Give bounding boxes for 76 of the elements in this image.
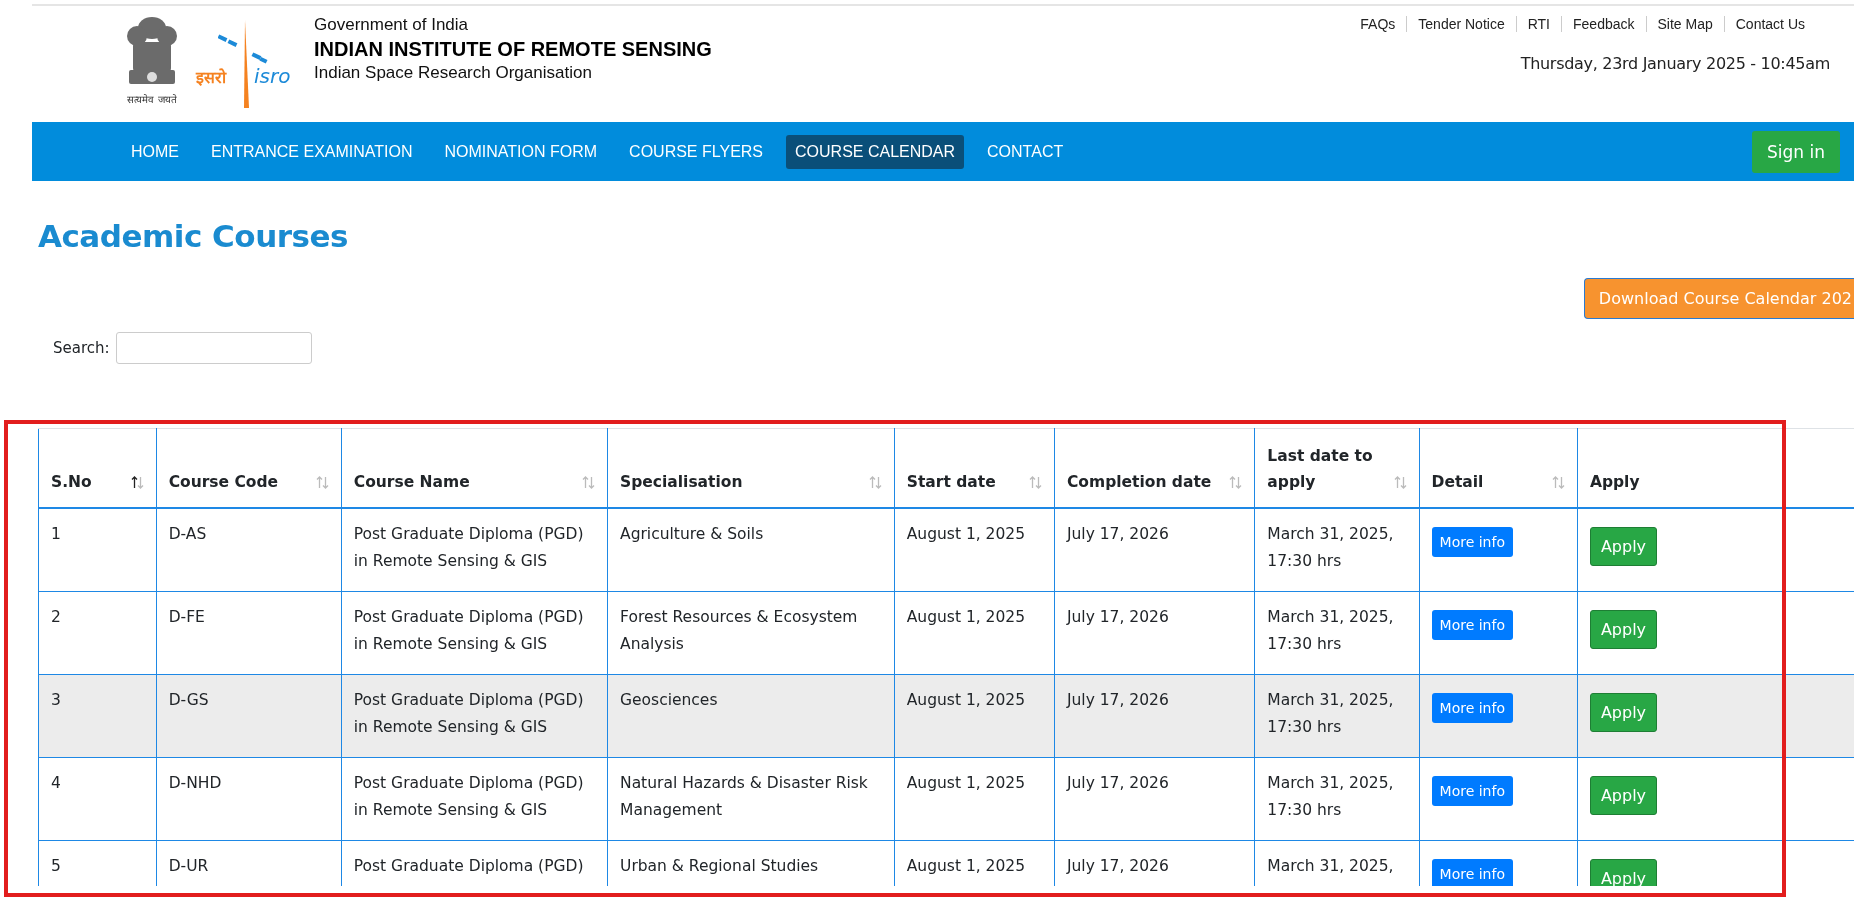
more-info-button[interactable]: More info (1431, 859, 1513, 886)
table-cell-text: Forest Resources & Ecosystem Analysis (620, 607, 859, 655)
page-title: Academic Courses (38, 218, 349, 254)
search-label: Search: (53, 339, 110, 357)
column-header[interactable]: Apply (1589, 469, 1640, 495)
top-link[interactable]: Feedback (1561, 16, 1646, 32)
nav-item[interactable]: ENTRANCE EXAMINATION (202, 134, 422, 169)
top-link[interactable]: Contact Us (1723, 16, 1816, 32)
table-cell-text: D-UR (168, 856, 209, 877)
sign-in-button[interactable]: Sign in (1752, 130, 1840, 173)
table-cell-text: D-FE (168, 607, 205, 628)
sort-icon[interactable] (130, 476, 144, 489)
top-link[interactable]: Site Map (1645, 16, 1724, 32)
table-cell-text: Geosciences (620, 690, 718, 711)
isro-logo-text: isro (254, 64, 291, 88)
table-cell-text: Post Graduate Diploma (PGD) in Remote Sensing & GIS (353, 607, 585, 655)
table-cell-text: July 17, 2026 (1066, 856, 1169, 877)
table-cell-text: Post Graduate Diploma (PGD) in Remote Sensing & GIS (353, 773, 585, 821)
column-header[interactable]: Course Name (353, 469, 470, 495)
column-header[interactable]: S.No (51, 469, 92, 495)
isro-logo-text: इसरो (196, 67, 226, 88)
column-header[interactable]: Detail (1431, 469, 1484, 495)
table-cell-text: August 1, 2025 (906, 773, 1026, 794)
apply-button[interactable]: Apply (1589, 610, 1658, 649)
table-cell-text: 3 (51, 690, 61, 711)
table-cell-text: 1 (51, 524, 61, 545)
column-header[interactable]: Course Code (168, 469, 279, 495)
nav-item[interactable]: COURSE FLYERS (620, 134, 773, 169)
table-cell-text: March 31, 2025, (1267, 856, 1394, 877)
apply-button[interactable]: Apply (1589, 776, 1658, 815)
table-cell-text: D-NHD (168, 773, 222, 794)
column-header[interactable]: Start date (906, 469, 996, 495)
table-cell-text: 4 (51, 773, 61, 794)
more-info-button[interactable]: More info (1431, 610, 1513, 640)
date-time: Thursday, 23rd January 2025 - 10:45am (1520, 54, 1830, 73)
nav-item[interactable]: NOMINATION FORM (435, 134, 607, 169)
table-cell-text: March 31, 2025, 17:30 hrs (1267, 524, 1395, 572)
apply-button[interactable]: Apply (1589, 527, 1658, 566)
top-link[interactable]: FAQs (1349, 16, 1407, 32)
more-info-button[interactable]: More info (1431, 527, 1513, 557)
table-cell-text: Post Graduate Diploma (PGD) in Remote Sensing & GIS (353, 524, 585, 572)
table-cell-text: Natural Hazards & Disaster Risk Management (620, 773, 869, 821)
download-button[interactable]: Download Course Calendar 202 (1583, 278, 1854, 319)
table-cell-text: March 31, 2025, 17:30 hrs (1267, 690, 1395, 738)
nav-item[interactable]: HOME (122, 134, 188, 169)
table-cell-text: Post Graduate Diploma (PGD) (353, 856, 584, 877)
institute-name: INDIAN INSTITUTE OF REMOTE SENSING (314, 37, 712, 62)
table-cell-text: Urban & Regional Studies (620, 856, 819, 877)
more-info-button[interactable]: More info (1431, 776, 1513, 806)
table-cell-text: July 17, 2026 (1066, 773, 1169, 794)
search-field[interactable] (115, 332, 312, 364)
column-header[interactable]: Specialisation (620, 469, 743, 495)
emblem-motto: सत्यमेव जयते (127, 93, 177, 106)
table-cell-text: D-AS (168, 524, 207, 545)
table-cell-text: July 17, 2026 (1066, 607, 1169, 628)
table-cell-text: Agriculture & Soils (620, 524, 764, 545)
table-cell-text: August 1, 2025 (906, 690, 1026, 711)
apply-button[interactable]: Apply (1589, 693, 1658, 732)
org-line: Government of India (314, 14, 470, 36)
table-cell-text: 5 (51, 856, 61, 877)
table-cell-text: Post Graduate Diploma (PGD) in Remote Sensing & GIS (353, 690, 585, 738)
more-info-button[interactable]: More info (1431, 693, 1513, 723)
parent-org: Indian Space Research Organisation (314, 62, 593, 84)
table-cell-text: 2 (51, 607, 61, 628)
table-cell-text: July 17, 2026 (1066, 524, 1169, 545)
table-cell-text: July 17, 2026 (1066, 690, 1169, 711)
nav-item[interactable]: CONTACT (978, 134, 1073, 169)
nav-item[interactable]: COURSE CALENDAR (786, 134, 965, 169)
table-cell-text: August 1, 2025 (906, 856, 1026, 877)
table-cell-text: August 1, 2025 (906, 524, 1026, 545)
table-cell-text: D-GS (168, 690, 209, 711)
top-link[interactable]: Tender Notice (1406, 16, 1516, 32)
table-cell-text: March 31, 2025, 17:30 hrs (1267, 607, 1395, 655)
table-cell-text: August 1, 2025 (906, 607, 1026, 628)
top-link[interactable]: RTI (1515, 16, 1561, 32)
table-cell-text: March 31, 2025, 17:30 hrs (1267, 773, 1395, 821)
